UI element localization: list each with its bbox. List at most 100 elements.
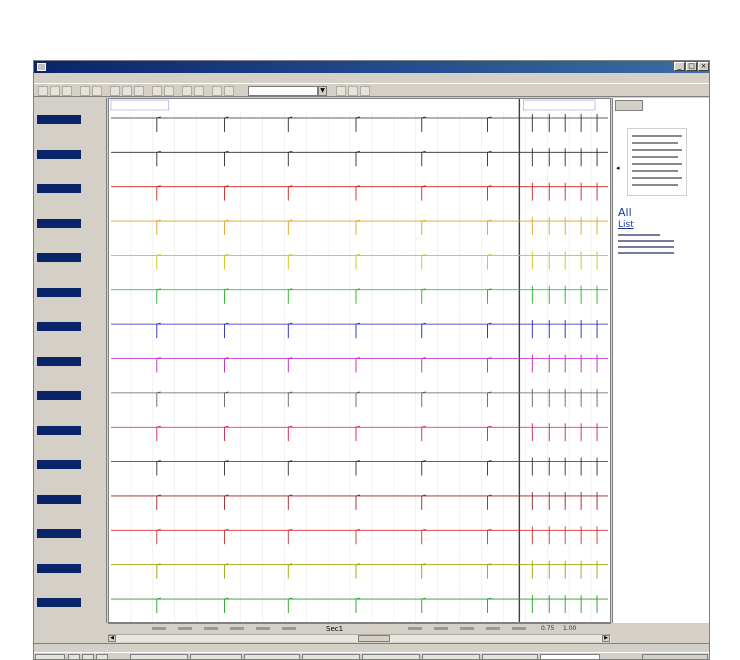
- channel-name: [37, 104, 81, 113]
- waveform-plot[interactable]: [108, 98, 611, 623]
- cursor-icon[interactable]: [182, 86, 192, 96]
- channel-tag[interactable]: [37, 287, 81, 297]
- channel-label-block[interactable]: [35, 549, 105, 583]
- taskbar: [34, 652, 709, 659]
- channel-name: [37, 415, 81, 424]
- channel-name: [37, 553, 81, 562]
- channel-label-block[interactable]: [35, 169, 105, 203]
- toolbar: ▼: [34, 83, 709, 97]
- channel-label-block[interactable]: [35, 342, 105, 376]
- plot-header-right: [523, 99, 596, 111]
- channel-label-block[interactable]: [35, 411, 105, 445]
- channel-tag[interactable]: [37, 563, 81, 573]
- open-file-icon[interactable]: [50, 86, 60, 96]
- channel-label-block[interactable]: [35, 135, 105, 169]
- status-bar: [34, 643, 709, 652]
- task-button-3[interactable]: [244, 654, 300, 659]
- channel-label-block[interactable]: [35, 204, 105, 238]
- channel-label-block[interactable]: [35, 273, 105, 307]
- minimize-button[interactable]: _: [674, 62, 685, 71]
- task-button-7[interactable]: [482, 654, 538, 659]
- cut-icon[interactable]: [110, 86, 120, 96]
- channel-tag[interactable]: [37, 149, 81, 159]
- channel-name: [37, 208, 81, 217]
- task-button-active[interactable]: [540, 654, 600, 659]
- maximize-button[interactable]: □: [686, 62, 697, 71]
- scroll-left-icon[interactable]: ◀: [108, 635, 116, 642]
- channel-tag[interactable]: [37, 322, 81, 331]
- main-window: _ □ × ▼ ◂ All List Sec1 0.75 1.00 ◀ ▶: [33, 60, 710, 660]
- new-file-icon[interactable]: [38, 86, 48, 96]
- print-icon[interactable]: [80, 86, 90, 96]
- quicklaunch-icon[interactable]: [96, 654, 108, 659]
- save-file-icon[interactable]: [62, 86, 72, 96]
- channel-tag[interactable]: [37, 391, 81, 400]
- channel-name: [37, 518, 81, 527]
- copy-icon[interactable]: [122, 86, 132, 96]
- section-label: Sec1: [326, 625, 344, 633]
- right-panel-tab[interactable]: [615, 100, 643, 111]
- zoom-out-icon[interactable]: [164, 86, 174, 96]
- list-link[interactable]: List: [618, 220, 634, 230]
- channel-name: [37, 449, 81, 458]
- channel-name: [37, 484, 81, 493]
- record-icon[interactable]: [212, 86, 222, 96]
- channel-tag[interactable]: [37, 598, 81, 607]
- channel-panel: [34, 98, 107, 623]
- scroll-thumb[interactable]: [358, 635, 390, 642]
- channel-label-block[interactable]: [35, 514, 105, 548]
- channel-tag[interactable]: [37, 494, 81, 504]
- time-readout-1: 0.75: [541, 625, 555, 632]
- channel-label-block[interactable]: [35, 376, 105, 410]
- channel-map-box[interactable]: [627, 128, 687, 196]
- channel-tag[interactable]: [37, 253, 81, 262]
- title-bar[interactable]: _ □ ×: [34, 61, 709, 73]
- channel-name: [37, 587, 81, 596]
- app-icon[interactable]: [37, 63, 46, 71]
- system-tray[interactable]: [642, 654, 708, 659]
- channel-tag[interactable]: [37, 218, 81, 228]
- chevron-down-icon[interactable]: ▼: [318, 86, 327, 96]
- task-button-6[interactable]: [422, 654, 480, 659]
- channel-name: [37, 139, 81, 148]
- all-label[interactable]: All: [618, 206, 632, 219]
- menu-bar: [34, 73, 709, 83]
- horizontal-scrollbar[interactable]: ◀ ▶: [108, 634, 611, 642]
- channel-label-block[interactable]: [35, 445, 105, 479]
- task-button-2[interactable]: [190, 654, 242, 659]
- scroll-right-icon[interactable]: ▶: [602, 635, 610, 642]
- display-mode-select[interactable]: [248, 86, 318, 96]
- help-icon[interactable]: [348, 86, 358, 96]
- marker-icon[interactable]: [194, 86, 204, 96]
- channel-tag[interactable]: [37, 425, 81, 435]
- channel-label-block[interactable]: [35, 100, 105, 134]
- channel-label-block[interactable]: [35, 238, 105, 272]
- channel-label-block[interactable]: [35, 307, 105, 341]
- channel-name: [37, 346, 81, 355]
- info-icon[interactable]: [360, 86, 370, 96]
- close-button[interactable]: ×: [698, 62, 709, 71]
- channel-label-block[interactable]: [35, 583, 105, 617]
- channel-name: [37, 173, 81, 182]
- plot-header-left: [110, 99, 170, 111]
- channel-name: [37, 311, 81, 320]
- task-button-1[interactable]: [130, 654, 188, 659]
- channel-tag[interactable]: [37, 356, 81, 366]
- channel-tag[interactable]: [37, 460, 81, 469]
- channel-tag[interactable]: [37, 529, 81, 538]
- task-button-5[interactable]: [362, 654, 420, 659]
- paste-icon[interactable]: [134, 86, 144, 96]
- quicklaunch-icon[interactable]: [68, 654, 80, 659]
- channel-tag[interactable]: [37, 115, 81, 124]
- preview-icon[interactable]: [92, 86, 102, 96]
- start-button[interactable]: [35, 654, 65, 659]
- channel-name: [37, 277, 81, 286]
- channel-tag[interactable]: [37, 184, 81, 193]
- quicklaunch-icon[interactable]: [82, 654, 94, 659]
- settings-icon[interactable]: [336, 86, 346, 96]
- task-button-4[interactable]: [302, 654, 360, 659]
- zoom-in-icon[interactable]: [152, 86, 162, 96]
- channel-label-block[interactable]: [35, 480, 105, 514]
- stop-icon[interactable]: [224, 86, 234, 96]
- time-readout-2: 1.00: [563, 625, 577, 632]
